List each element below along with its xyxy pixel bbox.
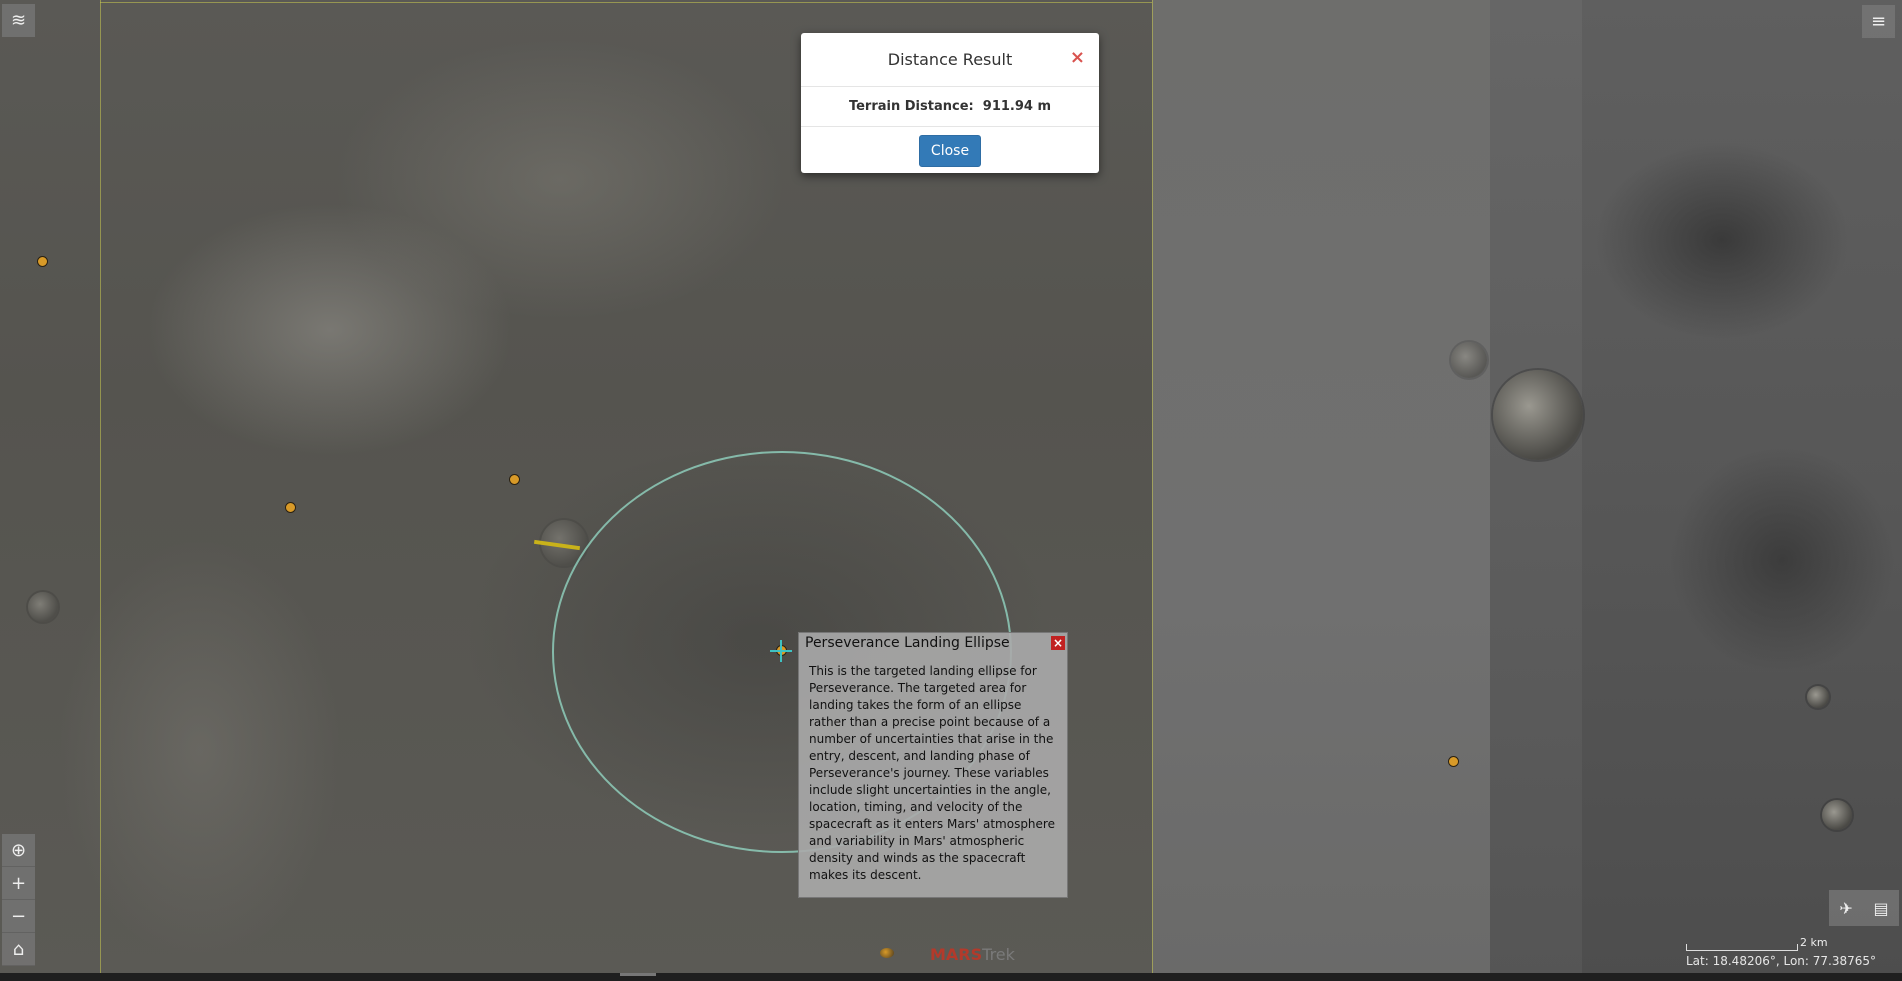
- menu-icon[interactable]: ≡: [1862, 5, 1895, 38]
- map-controls: ⊕ + − ⌂: [2, 834, 35, 966]
- crater: [1807, 686, 1829, 708]
- terrain-distance: Terrain Distance: 911.94 m: [801, 87, 1099, 127]
- terrain-distance-label: Terrain Distance:: [848, 99, 974, 114]
- distance-result-modal: Distance Result × Terrain Distance: 911.…: [801, 33, 1099, 173]
- bottom-bar-segment: [620, 973, 656, 976]
- imagery-strip: [1582, 0, 1902, 981]
- imagery-strip: [1152, 0, 1490, 981]
- brand-icon: [880, 948, 894, 958]
- crosshair-icon: [770, 640, 792, 662]
- scale-label: 2 km: [1800, 936, 1828, 949]
- footprint-boundary: [1152, 0, 1153, 981]
- bottom-bar: [0, 973, 1902, 981]
- globe-icon[interactable]: ⊕: [2, 834, 35, 867]
- marker-2[interactable]: [285, 502, 296, 513]
- brand-mars: MARS: [930, 945, 983, 964]
- crater: [1493, 370, 1583, 460]
- close-icon[interactable]: ×: [1070, 47, 1085, 68]
- fly-icon[interactable]: ✈: [1839, 899, 1852, 918]
- crater: [1451, 342, 1487, 378]
- modal-title: Distance Result: [801, 33, 1099, 87]
- landing-ellipse-popup: Perseverance Landing Ellipse × This is t…: [798, 632, 1068, 898]
- marker-1[interactable]: [37, 256, 48, 267]
- popup-title: Perseverance Landing Ellipse: [805, 635, 1010, 651]
- bottom-right-tools: ✈ ▤: [1829, 890, 1899, 926]
- zoom-out-button[interactable]: −: [2, 900, 35, 933]
- zoom-in-button[interactable]: +: [2, 867, 35, 900]
- brand-trek: Trek: [982, 945, 1015, 964]
- crater: [1822, 800, 1852, 830]
- terrain-distance-value: 911.94 m: [982, 99, 1052, 114]
- close-button[interactable]: Close: [919, 135, 981, 167]
- footprint-boundary: [100, 0, 101, 981]
- home-icon[interactable]: ⌂: [2, 933, 35, 966]
- layers-icon[interactable]: ≋: [2, 4, 35, 37]
- map-icon[interactable]: ▤: [1874, 899, 1889, 918]
- marker-3[interactable]: [509, 474, 520, 485]
- scale-bar: [1686, 944, 1798, 951]
- crater: [28, 592, 58, 622]
- imagery-strip: [1490, 0, 1582, 981]
- cursor-coordinates: Lat: 18.48206°, Lon: 77.38765°: [1686, 954, 1877, 968]
- marker-5[interactable]: [1448, 756, 1459, 767]
- footprint-boundary: [100, 2, 1152, 3]
- popup-description: This is the targeted landing ellipse for…: [809, 664, 1055, 882]
- brand-logo: MARSTrek: [930, 945, 1015, 964]
- close-icon[interactable]: ×: [1051, 636, 1065, 650]
